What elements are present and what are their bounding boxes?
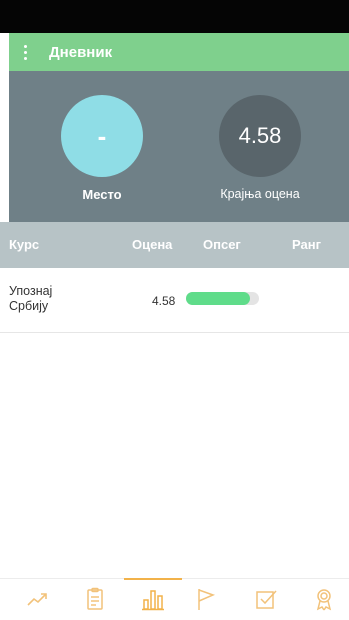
summary-panel: - Место 4.58 Крајња оцена (9, 71, 349, 222)
table-row[interactable]: Упознај Србију 4.58 (0, 268, 349, 333)
header-rank[interactable]: Ранг (292, 237, 321, 252)
place-label: Место (82, 187, 122, 202)
notebook-icon[interactable] (73, 579, 117, 619)
app-title: Дневник (49, 43, 113, 61)
course-grade: 4.58 (152, 294, 176, 308)
place-circle: - (61, 95, 143, 177)
final-grade-circle: 4.58 (219, 95, 301, 177)
flag-icon[interactable] (184, 579, 228, 619)
header-course[interactable]: Курс (9, 237, 39, 252)
overflow-menu-icon[interactable] (15, 44, 35, 60)
award-icon[interactable] (302, 579, 346, 619)
header-range[interactable]: Опсег (203, 237, 241, 252)
bar-chart-icon[interactable] (124, 578, 182, 619)
course-name: Упознај Србију (9, 284, 53, 313)
trend-icon[interactable] (16, 579, 60, 619)
app-bar: Дневник (9, 33, 349, 71)
range-bar (186, 292, 259, 305)
final-grade-label: Крајња оцена (220, 187, 300, 201)
status-bar (0, 0, 349, 33)
checkbox-icon[interactable] (244, 579, 288, 619)
place-value: - (97, 120, 107, 151)
active-tab-indicator (124, 578, 182, 580)
header-grade[interactable]: Оцена (132, 237, 172, 252)
table-header: Курс Оцена Опсег Ранг (0, 222, 349, 268)
bottom-nav (0, 578, 349, 620)
final-grade-value: 4.58 (238, 123, 282, 148)
range-bar-fill (186, 292, 250, 305)
